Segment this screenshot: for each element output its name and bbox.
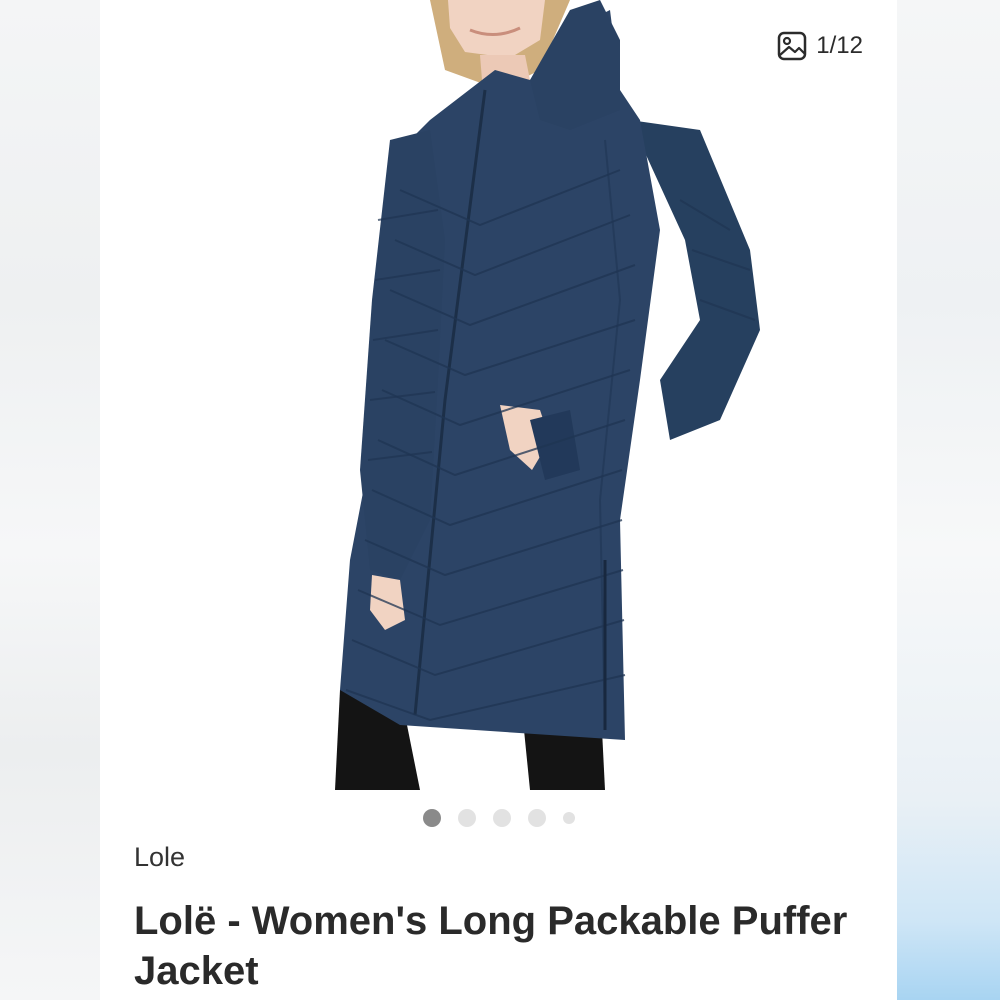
carousel-dot[interactable] bbox=[492, 809, 511, 827]
carousel-dot[interactable] bbox=[562, 812, 575, 824]
carousel-dot[interactable] bbox=[527, 809, 546, 827]
carousel-dots bbox=[100, 808, 897, 828]
image-counter: 1/12 bbox=[776, 30, 863, 62]
carousel-dot[interactable] bbox=[422, 809, 441, 827]
image-counter-text: 1/12 bbox=[816, 32, 863, 59]
product-photo-illustration bbox=[335, 0, 760, 790]
product-card: 1/12 Lole Lolë - Women's Long Packable P… bbox=[100, 0, 897, 1000]
background-left bbox=[0, 0, 100, 1000]
image-gallery-icon bbox=[776, 30, 808, 62]
background-right bbox=[897, 0, 1000, 1000]
product-title: Lolë - Women's Long Packable Puffer Jack… bbox=[134, 899, 848, 993]
product-image[interactable]: 1/12 bbox=[100, 0, 897, 800]
brand-name[interactable]: Lole bbox=[134, 842, 185, 873]
carousel-dot[interactable] bbox=[457, 809, 476, 827]
